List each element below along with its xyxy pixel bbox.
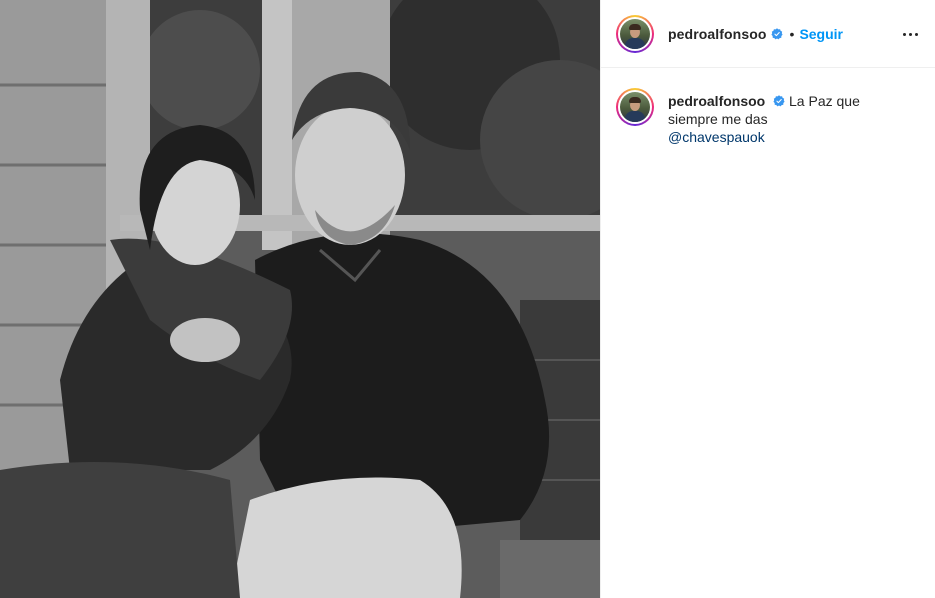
caption-text: pedroalfonsoo La Paz que siempre me das …	[668, 92, 860, 146]
caption-verified-badge-icon	[773, 95, 785, 107]
header-username[interactable]: pedroalfonsoo	[668, 26, 767, 42]
caption-avatar[interactable]	[616, 88, 654, 126]
verified-badge-icon	[770, 27, 783, 40]
photo-illustration	[0, 0, 600, 598]
more-options-icon[interactable]	[898, 22, 922, 46]
instagram-post: pedroalfonsoo • Seguir pedroalfonsoo La …	[0, 0, 935, 598]
caption-mention-link[interactable]: @chavespauok	[668, 128, 860, 146]
header-separator: •	[789, 25, 795, 42]
avatar-image	[620, 18, 650, 49]
post-caption: pedroalfonsoo La Paz que siempre me das …	[616, 88, 921, 146]
follow-button[interactable]: Seguir	[799, 26, 843, 42]
caption-avatar-image	[620, 92, 650, 122]
post-photo[interactable]	[0, 0, 600, 598]
post-side-panel: pedroalfonsoo • Seguir pedroalfonsoo La …	[600, 0, 935, 598]
caption-line-2: siempre me das	[668, 111, 768, 127]
caption-line-1: La Paz que	[789, 93, 860, 109]
avatar[interactable]	[616, 14, 654, 53]
caption-username[interactable]: pedroalfonsoo	[668, 93, 765, 109]
post-header: pedroalfonsoo • Seguir	[601, 0, 935, 68]
